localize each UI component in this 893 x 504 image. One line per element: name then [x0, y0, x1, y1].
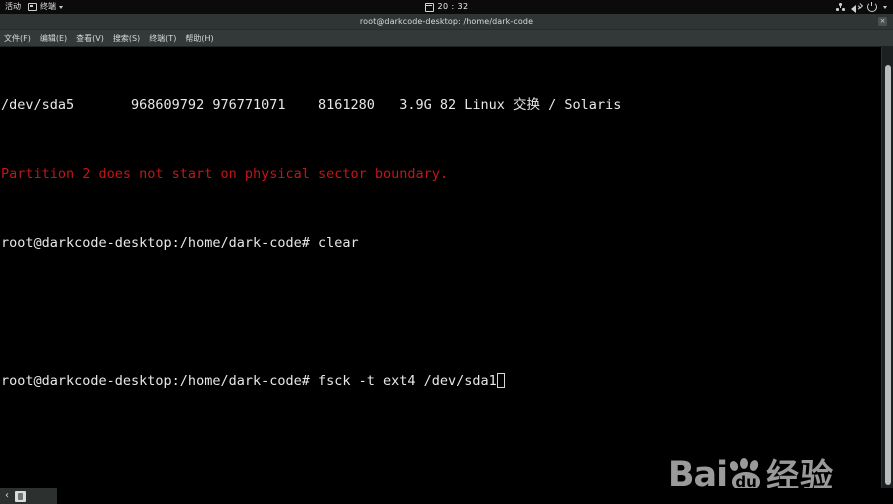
terminal-line-prompt: root@darkcode-desktop:/home/dark-code# c… — [1, 235, 359, 251]
chevron-down-icon[interactable] — [883, 5, 887, 9]
app-menu-button[interactable]: 终端 — [28, 0, 63, 14]
menu-item-help[interactable]: 帮助(H) — [185, 33, 213, 44]
watermark-logo-row: Bai du 经验 — [651, 457, 851, 488]
menu-item-search[interactable]: 搜索(S) — [113, 33, 140, 44]
menu-bar: 文件(F) 编辑(E) 查看(V) 搜索(S) 终端(T) 帮助(H) — [0, 30, 893, 47]
network-icon — [836, 3, 845, 11]
terminal-icon — [28, 3, 37, 11]
window-title: root@darkcode-desktop: /home/dark-code — [359, 17, 534, 26]
baidu-paw-icon: du — [728, 458, 763, 488]
chevron-left-icon[interactable]: ‹ — [5, 491, 9, 501]
app-menu-label: 终端 — [40, 2, 56, 11]
taskbar-tray: ‹ — [0, 488, 57, 504]
window-title-bar[interactable]: root@darkcode-desktop: /home/dark-code × — [0, 14, 893, 30]
block-cursor-icon — [496, 373, 505, 388]
top-bar-center: 20 : 32 — [0, 0, 893, 14]
clock-label[interactable]: 20 : 32 — [438, 0, 469, 14]
terminal-line-error: Partition 2 does not start on physical s… — [1, 166, 449, 182]
watermark-suffix-text: 经验 — [766, 456, 835, 488]
gnome-top-bar: 活动 终端 20 : 32 — [0, 0, 893, 14]
baidu-jingyan-watermark: Bai du 经验 jingyan.baidu.com — [651, 457, 851, 488]
terminal-line: /dev/sda5 968609792 976771071 8161280 3.… — [1, 97, 622, 113]
activities-button[interactable]: 活动 — [5, 0, 21, 14]
terminal-body[interactable]: /dev/sda5 968609792 976771071 8161280 3.… — [0, 47, 893, 488]
watermark-paw-text: du — [735, 473, 757, 488]
terminal-window-icon[interactable] — [15, 490, 26, 502]
scrollbar-thumb[interactable] — [885, 65, 891, 485]
menu-item-terminal[interactable]: 终端(T) — [149, 33, 176, 44]
menu-item-file[interactable]: 文件(F) — [4, 33, 31, 44]
menu-item-edit[interactable]: 编辑(E) — [40, 33, 67, 44]
terminal-command-text: root@darkcode-desktop:/home/dark-code# f… — [1, 373, 497, 389]
terminal-line-current: root@darkcode-desktop:/home/dark-code# f… — [1, 370, 881, 393]
close-icon[interactable]: × — [878, 17, 887, 26]
screen: 活动 终端 20 : 32 root@darkcode-desktop: /ho… — [0, 0, 893, 504]
system-status-area[interactable] — [836, 2, 887, 13]
terminal-scrollbar[interactable] — [881, 47, 893, 488]
chevron-down-icon — [59, 5, 63, 9]
calendar-icon — [424, 2, 434, 12]
watermark-brand-text: Bai — [667, 455, 728, 488]
terminal-window: root@darkcode-desktop: /home/dark-code ×… — [0, 14, 893, 488]
power-icon — [867, 2, 877, 12]
top-bar-left: 活动 终端 — [0, 0, 63, 14]
menu-item-view[interactable]: 查看(V) — [76, 33, 104, 44]
bottom-taskbar: ‹ — [0, 488, 893, 504]
terminal-output: /dev/sda5 968609792 976771071 8161280 3.… — [0, 47, 881, 439]
volume-icon — [851, 3, 864, 13]
